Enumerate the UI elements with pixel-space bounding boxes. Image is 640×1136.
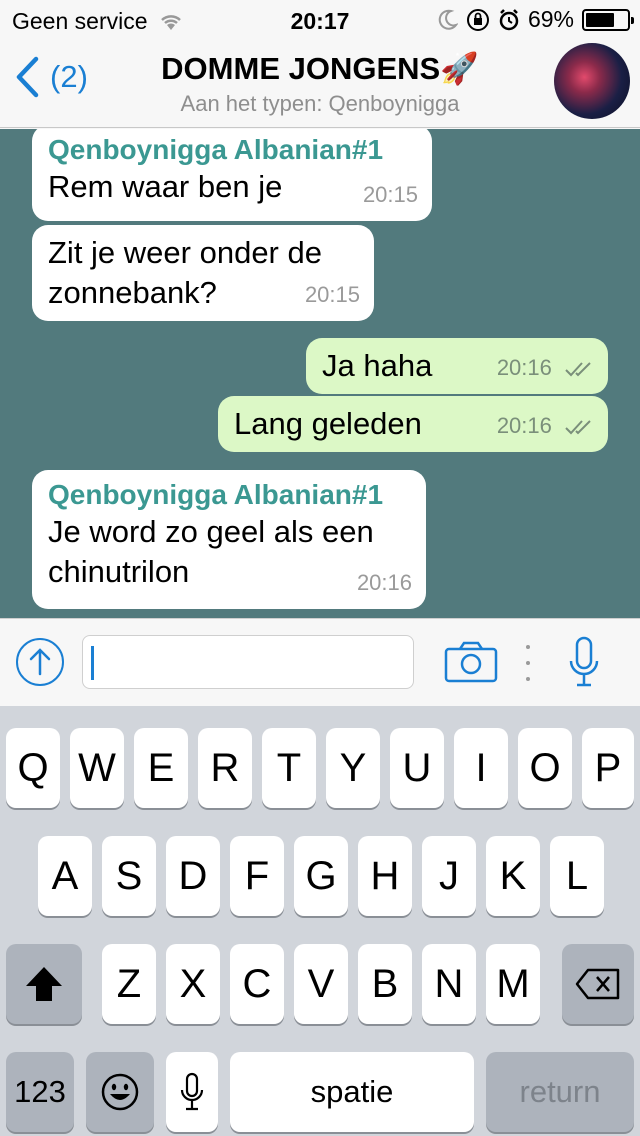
chat-header[interactable]: DOMME JONGENS🚀 Aan het typen: Qenboynigg…: [120, 50, 520, 117]
microphone-icon: [180, 1072, 204, 1111]
message-bubble[interactable]: Qenboynigga Albanian#1 Rem waar ben je 2…: [32, 129, 432, 221]
keyboard: Q W E R T Y U I O P A S D F G H J K L Z …: [0, 706, 640, 1136]
key-v[interactable]: V: [294, 944, 348, 1024]
key-y[interactable]: Y: [326, 728, 380, 808]
orientation-lock-icon: [466, 8, 489, 31]
shift-key[interactable]: [6, 944, 82, 1024]
key-j[interactable]: J: [422, 836, 476, 916]
numbers-key[interactable]: 123: [6, 1052, 74, 1132]
attach-button[interactable]: [16, 638, 64, 686]
message-bubble[interactable]: Zit je weer onder de zonnebank? 20:15: [32, 225, 374, 321]
message-bubble[interactable]: Ja haha 20:16: [306, 338, 608, 394]
key-z[interactable]: Z: [102, 944, 156, 1024]
status-bar: Geen service 20:17 69%: [0, 0, 640, 40]
shift-icon: [26, 967, 62, 1001]
message-time: 20:15: [362, 182, 418, 207]
key-h[interactable]: H: [358, 836, 412, 916]
divider-dots: [524, 645, 532, 681]
key-s[interactable]: S: [102, 836, 156, 916]
text-cursor: [91, 646, 94, 680]
key-f[interactable]: F: [230, 836, 284, 916]
status-right-group: 69%: [438, 6, 634, 33]
battery-fill: [586, 12, 614, 27]
message-sender: Qenboynigga Albanian#1: [48, 479, 384, 510]
message-time: 20:16: [356, 570, 412, 595]
alarm-icon: [499, 8, 519, 30]
message-bubble[interactable]: Lang geleden 20:16: [218, 396, 608, 452]
group-avatar[interactable]: [554, 43, 630, 119]
emoji-key[interactable]: [86, 1052, 154, 1132]
key-l[interactable]: L: [550, 836, 604, 916]
group-name: DOMME JONGENS🚀: [161, 51, 479, 86]
key-b[interactable]: B: [358, 944, 412, 1024]
battery-percent: 69%: [527, 6, 574, 32]
key-n[interactable]: N: [422, 944, 476, 1024]
key-x[interactable]: X: [166, 944, 220, 1024]
message-time-group: 20:16: [497, 348, 594, 388]
key-q[interactable]: Q: [6, 728, 60, 808]
key-e[interactable]: E: [134, 728, 188, 808]
chevron-left-icon: [16, 56, 39, 98]
read-receipt-icon: [565, 362, 591, 377]
message-time: 20:16: [496, 413, 552, 438]
message-time: 20:15: [304, 282, 360, 307]
key-g[interactable]: G: [294, 836, 348, 916]
message-input[interactable]: [82, 635, 414, 689]
key-t[interactable]: T: [262, 728, 316, 808]
message-bubble[interactable]: Qenboynigga Albanian#1 Je word zo geel a…: [32, 470, 426, 609]
nav-bar: (2) DOMME JONGENS🚀 Aan het typen: Qenboy…: [0, 40, 640, 128]
back-button[interactable]: (2): [14, 56, 88, 98]
emoji-icon: [101, 1073, 139, 1111]
chat-area[interactable]: Qenboynigga Albanian#1 Rem waar ben je 2…: [0, 129, 640, 618]
unread-count: (2): [50, 59, 88, 94]
message-time: 20:16: [496, 355, 552, 380]
return-key[interactable]: return: [486, 1052, 634, 1132]
message-time-group: 20:16: [497, 406, 594, 446]
key-u[interactable]: U: [390, 728, 444, 808]
camera-icon[interactable]: [444, 641, 498, 683]
input-bar: [0, 618, 640, 706]
battery-icon: [582, 8, 634, 31]
dictation-key[interactable]: [166, 1052, 218, 1132]
key-d[interactable]: D: [166, 836, 220, 916]
space-key[interactable]: spatie: [230, 1052, 474, 1132]
key-k[interactable]: K: [486, 836, 540, 916]
key-o[interactable]: O: [518, 728, 572, 808]
microphone-icon[interactable]: [566, 635, 602, 691]
read-receipt-icon: [565, 420, 591, 435]
message-sender: Qenboynigga Albanian#1: [48, 134, 384, 165]
typing-indicator: Aan het typen: Qenboynigga: [180, 91, 460, 116]
message-text: Rem waar ben je: [48, 169, 283, 204]
backspace-key[interactable]: [562, 944, 634, 1024]
key-w[interactable]: W: [70, 728, 124, 808]
moon-icon: [438, 9, 458, 30]
key-r[interactable]: R: [198, 728, 252, 808]
key-c[interactable]: C: [230, 944, 284, 1024]
key-m[interactable]: M: [486, 944, 540, 1024]
key-a[interactable]: A: [38, 836, 92, 916]
key-i[interactable]: I: [454, 728, 508, 808]
arrow-up-icon: [29, 648, 51, 676]
backspace-icon: [575, 968, 620, 1000]
key-p[interactable]: P: [582, 728, 634, 808]
